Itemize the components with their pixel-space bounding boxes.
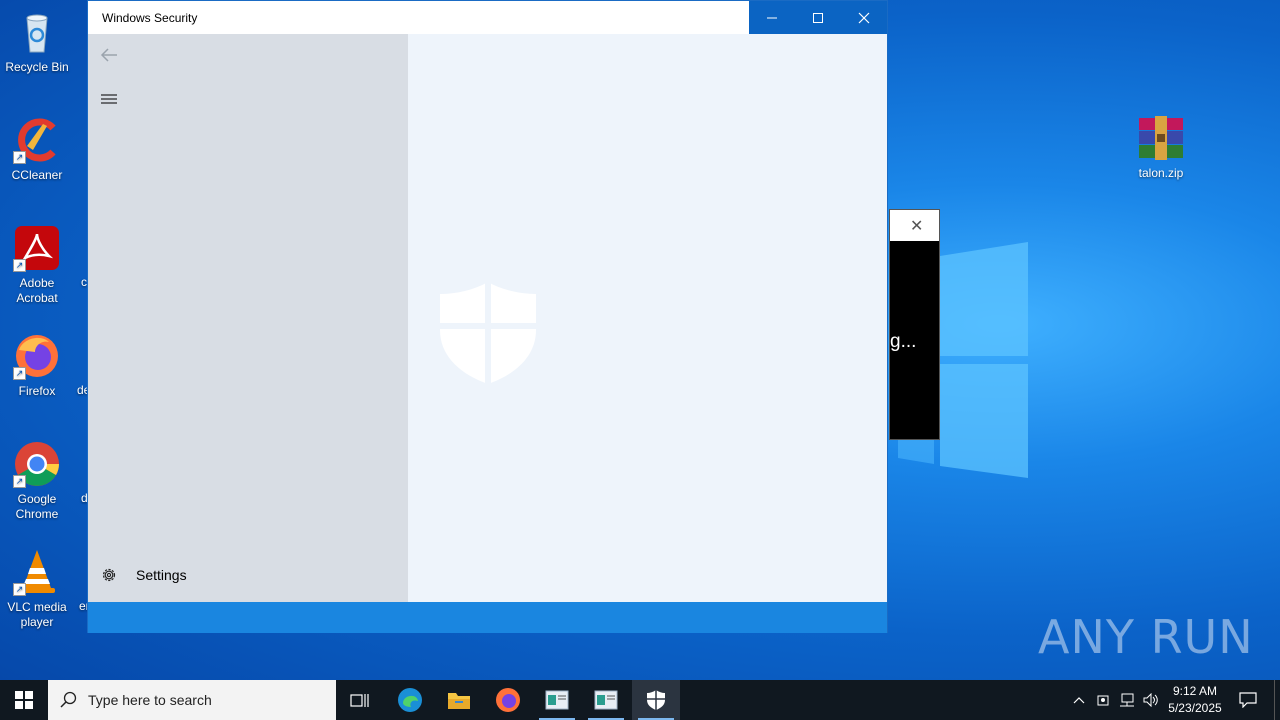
clock-time: 9:12 AM — [1172, 684, 1218, 698]
content-area — [408, 34, 887, 602]
back-button[interactable] — [98, 44, 120, 66]
taskbar-search-box[interactable]: Type here to search — [48, 680, 336, 720]
window-status-bar — [88, 602, 887, 633]
taskbar-firefox[interactable] — [484, 680, 532, 720]
title-bar[interactable]: Windows Security — [88, 1, 887, 34]
shortcut-arrow-icon: ↗ — [13, 151, 26, 164]
speaker-icon — [1143, 693, 1158, 707]
windows-security-window: Windows Security Settings — [87, 0, 888, 633]
desktop-icon-label: Recycle Bin — [5, 60, 69, 74]
taskbar-edge[interactable] — [386, 680, 434, 720]
popup-dialog: ✕ g... — [889, 209, 940, 440]
desktop-icon-label: Google Chrome — [15, 492, 59, 521]
firefox-icon: ↗ — [13, 332, 61, 380]
nav-item-settings[interactable]: Settings — [88, 558, 408, 592]
show-hidden-icons-button[interactable] — [1068, 680, 1090, 720]
maximize-icon — [813, 12, 823, 23]
app-window-icon — [594, 690, 618, 710]
adobe-acrobat-icon: ↗ — [13, 224, 61, 272]
winrar-archive-icon — [1137, 116, 1185, 160]
settings-label: Settings — [136, 567, 187, 583]
taskbar: Type here to search 9:12 AM 5/23/2025 — [0, 680, 1280, 720]
clock-date: 5/23/2025 — [1168, 701, 1222, 715]
gear-icon — [102, 568, 116, 582]
desktop-file-talon-zip[interactable]: talon.zip — [1124, 116, 1198, 180]
shortcut-arrow-icon: ↗ — [13, 583, 26, 596]
popup-close-button[interactable]: ✕ — [910, 216, 923, 236]
ccleaner-icon: ↗ — [13, 116, 61, 164]
popup-header: ✕ — [890, 210, 939, 241]
start-button[interactable] — [0, 680, 48, 720]
recycle-bin-icon — [13, 8, 61, 56]
task-view-icon — [350, 694, 369, 707]
close-button[interactable] — [841, 1, 887, 34]
anyrun-watermark: ANY RUN — [1038, 610, 1254, 664]
window-controls — [749, 1, 887, 34]
hamburger-icon — [101, 94, 117, 104]
chevron-up-icon — [1073, 697, 1085, 704]
taskbar-clock[interactable]: 9:12 AM 5/23/2025 — [1160, 683, 1230, 717]
desktop-icon-firefox[interactable]: ↗ Firefox — [0, 332, 74, 399]
back-arrow-icon — [100, 48, 117, 62]
close-icon — [858, 12, 870, 23]
firefox-icon — [496, 688, 520, 712]
app-window-icon — [545, 690, 569, 710]
minimize-icon — [767, 17, 777, 18]
tray-security[interactable] — [1092, 680, 1114, 720]
navigation-pane: Settings — [88, 34, 408, 602]
tray-network[interactable] — [1116, 680, 1138, 720]
popup-message: g... — [890, 331, 917, 352]
taskbar-app-window-2[interactable] — [582, 680, 630, 720]
shortcut-arrow-icon: ↗ — [13, 367, 26, 380]
folder-icon — [448, 693, 470, 709]
window-title: Windows Security — [102, 11, 198, 25]
desktop-icon-label: CCleaner — [11, 168, 63, 182]
shield-icon — [647, 690, 665, 710]
desktop-icon-ccleaner[interactable]: ↗ CCleaner — [0, 116, 74, 183]
desktop-file-label: talon.zip — [1138, 166, 1184, 180]
tray-volume[interactable] — [1140, 680, 1162, 720]
desktop-icon-adobe-acrobat[interactable]: ↗ Adobe Acrobat — [0, 224, 74, 306]
edge-icon — [398, 688, 422, 712]
shortcut-arrow-icon: ↗ — [13, 475, 26, 488]
notification-icon — [1239, 692, 1257, 708]
network-icon — [1120, 693, 1134, 707]
maximize-button[interactable] — [795, 1, 841, 34]
action-center-button[interactable] — [1234, 680, 1262, 720]
vlc-cone-icon: ↗ — [13, 548, 61, 596]
show-desktop-divider[interactable] — [1274, 680, 1275, 720]
task-view-button[interactable] — [336, 680, 384, 720]
defender-tray-icon — [1097, 695, 1109, 706]
desktop-icon-vlc[interactable]: ↗ VLC media player — [0, 548, 74, 630]
search-placeholder: Type here to search — [88, 692, 212, 708]
shortcut-arrow-icon: ↗ — [13, 259, 26, 272]
windows-security-shield-icon — [440, 282, 536, 384]
desktop-icon-label: Firefox — [18, 384, 56, 398]
google-chrome-icon: ↗ — [13, 440, 61, 488]
taskbar-file-explorer[interactable] — [435, 680, 483, 720]
desktop-icon-google-chrome[interactable]: ↗ Google Chrome — [0, 440, 74, 522]
desktop-icon-recycle-bin[interactable]: Recycle Bin — [0, 8, 74, 75]
taskbar-app-window-1[interactable] — [533, 680, 581, 720]
menu-button[interactable] — [98, 88, 120, 110]
desktop-icon-label: VLC media player — [7, 600, 67, 629]
minimize-button[interactable] — [749, 1, 795, 34]
taskbar-windows-security[interactable] — [632, 680, 680, 720]
search-icon — [60, 691, 77, 708]
windows-start-icon — [15, 691, 33, 709]
desktop-icon-label: Adobe Acrobat — [16, 276, 58, 305]
